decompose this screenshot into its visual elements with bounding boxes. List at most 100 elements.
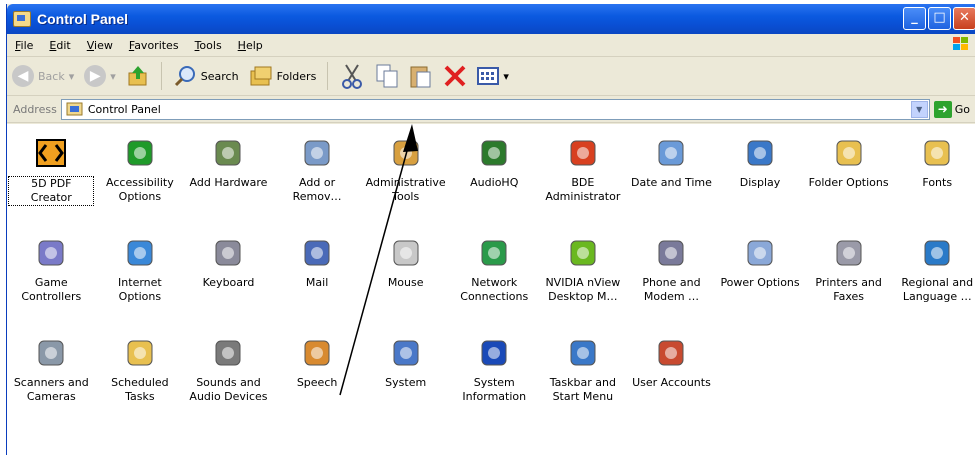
menu-help[interactable]: Help [230, 39, 271, 52]
display-icon [743, 136, 777, 170]
power-options-icon [743, 236, 777, 270]
menu-favorites[interactable]: Favorites [121, 39, 187, 52]
item-label: Folder Options [808, 176, 889, 189]
control-panel-item[interactable]: Mail [273, 232, 362, 328]
control-panel-item[interactable]: Regional and Language … [893, 232, 975, 328]
network-connections-icon [477, 236, 511, 270]
taskbar-icon [566, 336, 600, 370]
item-label: Power Options [720, 276, 800, 289]
title-bar[interactable]: Control Panel _ □ ✕ [7, 4, 975, 34]
menu-file[interactable]: File [7, 39, 41, 52]
control-panel-item[interactable]: System Information [450, 332, 539, 428]
search-label: Search [200, 69, 239, 83]
control-panel-item[interactable]: Sounds and Audio Devices [184, 332, 273, 428]
item-label: Game Controllers [21, 276, 82, 303]
date-time-icon [654, 136, 688, 170]
address-label: Address [13, 102, 57, 116]
paste-button[interactable] [404, 63, 438, 89]
paste-icon [410, 66, 431, 88]
control-panel-item[interactable]: Speech [273, 332, 362, 428]
control-panel-item[interactable]: Folder Options [804, 132, 893, 228]
close-button[interactable]: ✕ [953, 7, 975, 30]
delete-button[interactable] [438, 64, 472, 88]
control-panel-item[interactable]: AudioHQ [450, 132, 539, 228]
control-panel-items: 5D PDF Creator Accessibility Options Add H… [7, 124, 975, 455]
control-panel-item[interactable]: Printers and Faxes [804, 232, 893, 328]
system-icon [389, 336, 423, 370]
control-panel-item[interactable]: Scheduled Tasks [96, 332, 185, 428]
control-panel-item[interactable]: Add or Remov… [273, 132, 362, 228]
go-button[interactable]: ➜ Go [933, 100, 975, 118]
item-label: Display [739, 176, 781, 189]
control-panel-item[interactable]: Display [716, 132, 805, 228]
control-panel-item[interactable]: Taskbar and Start Menu [539, 332, 628, 428]
item-label: Date and Time [631, 176, 712, 189]
item-label: Administrative Tools [365, 176, 446, 203]
search-icon [174, 66, 195, 87]
folders-button[interactable]: Folders [244, 64, 322, 88]
up-folder-button[interactable] [121, 64, 155, 88]
control-panel-item[interactable]: Mouse [361, 232, 450, 328]
control-panel-item[interactable]: Date and Time [627, 132, 716, 228]
control-panel-item[interactable]: Accessibility Options [96, 132, 185, 228]
scheduled-tasks-icon [123, 336, 157, 370]
search-button[interactable]: Search [168, 64, 244, 88]
scanners-cameras-icon [34, 336, 68, 370]
cut-button[interactable] [334, 63, 370, 89]
control-panel-item[interactable]: Network Connections [450, 232, 539, 328]
copy-icon [376, 64, 398, 88]
menu-edit[interactable]: Edit [41, 39, 78, 52]
item-label: Network Connections [460, 276, 529, 303]
item-label: AudioHQ [470, 176, 519, 189]
item-label: Accessibility Options [106, 176, 174, 203]
control-panel-item[interactable]: Scanners and Cameras [7, 332, 96, 428]
bde-admin-icon [566, 136, 600, 170]
item-label: Printers and Faxes [815, 276, 882, 303]
item-label: Fonts [922, 176, 953, 189]
control-panel-item[interactable]: Administrative Tools [361, 132, 450, 228]
control-panel-item[interactable]: BDE Administrator [539, 132, 628, 228]
menu-view[interactable]: View [79, 39, 121, 52]
mail-icon [300, 236, 334, 270]
internet-options-icon [123, 236, 157, 270]
go-arrow-icon: ➜ [933, 100, 952, 118]
control-panel-item[interactable]: User Accounts [627, 332, 716, 428]
control-panel-item[interactable]: Power Options [716, 232, 805, 328]
item-label: Internet Options [118, 276, 162, 303]
item-label: Add Hardware [189, 176, 268, 189]
views-button[interactable]: ▾ [472, 66, 514, 86]
fonts-icon [920, 136, 954, 170]
item-label: Speech [296, 376, 338, 389]
address-field[interactable]: Control Panel ▼ [60, 98, 930, 120]
copy-button[interactable] [370, 63, 404, 89]
control-panel-item[interactable]: NVIDIA nView Desktop M… [539, 232, 628, 328]
control-panel-item[interactable]: System [361, 332, 450, 428]
control-panel-item[interactable]: Keyboard [184, 232, 273, 328]
maximize-button[interactable]: □ [928, 7, 951, 30]
add-hardware-icon [211, 136, 245, 170]
control-panel-item[interactable]: Internet Options [96, 232, 185, 328]
control-panel-item[interactable]: 5D PDF Creator [7, 132, 96, 228]
folders-label: Folders [276, 69, 317, 83]
item-label: NVIDIA nView Desktop M… [545, 276, 621, 303]
item-label: BDE Administrator [545, 176, 621, 203]
forward-button[interactable]: ▶ ▾ [79, 65, 121, 87]
back-label: Back [38, 69, 65, 83]
item-label: Regional and Language … [901, 276, 974, 303]
control-panel-item[interactable]: Fonts [893, 132, 975, 228]
delete-icon [444, 65, 466, 87]
dropdown-arrow-icon: ▾ [110, 69, 116, 83]
control-panel-item[interactable]: Phone and Modem … [627, 232, 716, 328]
address-bar: Address Control Panel ▼ ➜ Go [7, 96, 975, 123]
minimize-button[interactable]: _ [903, 7, 926, 30]
accessibility-icon [123, 136, 157, 170]
menu-tools[interactable]: Tools [187, 39, 230, 52]
dropdown-arrow-icon: ▾ [68, 69, 75, 83]
user-accounts-icon [654, 336, 688, 370]
address-dropdown-icon[interactable]: ▼ [910, 100, 928, 118]
item-label: Scheduled Tasks [111, 376, 169, 403]
back-button[interactable]: ◀ Back ▾ [7, 65, 79, 87]
control-panel-item[interactable]: Add Hardware [184, 132, 273, 228]
control-panel-item[interactable]: Game Controllers [7, 232, 96, 328]
phone-modem-icon [654, 236, 688, 270]
